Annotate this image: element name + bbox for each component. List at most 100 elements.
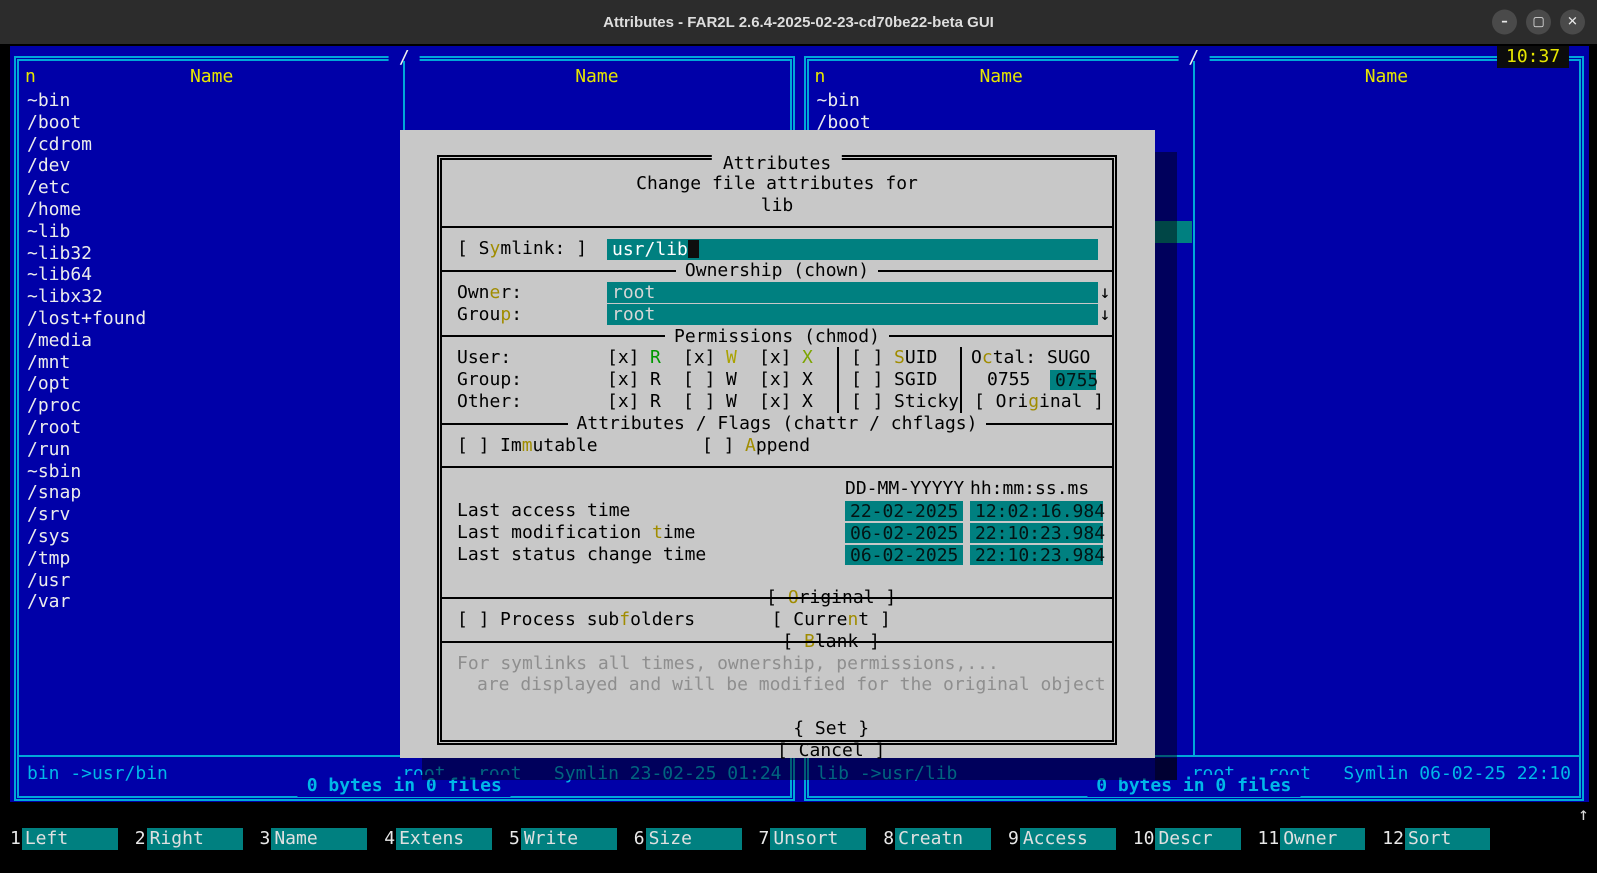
symlink-input[interactable]: usr/lib: [607, 239, 1098, 260]
file-item[interactable]: /media: [25, 330, 402, 352]
minimize-button[interactable]: –: [1492, 10, 1517, 35]
right-column-header-1[interactable]: Name: [809, 66, 1194, 88]
file-item[interactable]: /root: [25, 417, 402, 439]
function-key[interactable]: 4 Extens: [384, 828, 492, 850]
permissions-block: User: [x] R [x] W [x] X [ ] SUID Octal: …: [442, 347, 1112, 412]
owner-input[interactable]: root: [607, 282, 1098, 303]
user-write-checkbox[interactable]: [x]: [683, 347, 716, 369]
user-exec-letter: X: [802, 347, 813, 369]
octal-mask: SUGO: [1047, 347, 1090, 369]
file-item[interactable]: /proc: [25, 395, 402, 417]
dialog-bottom-padding: [442, 718, 1112, 740]
titlebar[interactable]: Attributes - FAR2L 2.6.4-2025-02-23-cd70…: [0, 0, 1597, 44]
file-item[interactable]: /dev: [25, 155, 402, 177]
maximize-button[interactable]: ▢: [1526, 10, 1551, 35]
file-item[interactable]: /opt: [25, 373, 402, 395]
file-item[interactable]: /cdrom: [25, 134, 402, 156]
group-exec-checkbox[interactable]: [x]: [759, 369, 792, 391]
sgid-label: SGID: [894, 369, 937, 391]
file-item[interactable]: ~lib64: [25, 264, 402, 286]
other-write-checkbox[interactable]: [ ]: [683, 391, 716, 413]
file-item[interactable]: /sys: [25, 526, 402, 548]
file-item[interactable]: ~sbin: [25, 461, 402, 483]
function-key[interactable]: 3 Name: [260, 828, 368, 850]
group-input[interactable]: root: [607, 304, 1098, 325]
left-status-file: bin ->usr/bin: [27, 763, 168, 785]
modification-date-field[interactable]: 06-02-2025: [845, 523, 963, 543]
modification-time-field[interactable]: 22:10:23.984: [970, 523, 1103, 543]
other-read-checkbox[interactable]: [x]: [607, 391, 640, 413]
access-date-field[interactable]: 22-02-2025: [845, 501, 963, 521]
other-exec-letter: X: [802, 391, 813, 413]
left-column-header-1[interactable]: Name: [19, 66, 404, 88]
file-item[interactable]: /home: [25, 199, 402, 221]
group-label: Group:: [457, 304, 607, 326]
user-exec-checkbox[interactable]: [x]: [759, 347, 792, 369]
group-write-checkbox[interactable]: [ ]: [683, 369, 716, 391]
access-time-label: Last access time: [457, 500, 630, 522]
permissions-divider-2: [960, 347, 962, 412]
function-key[interactable]: 2 Right: [135, 828, 243, 850]
left-column-header-2[interactable]: Name: [404, 66, 789, 88]
dialog-buttons-row: { Set } [ Cancel ]: [442, 696, 1112, 718]
original-permissions-button[interactable]: [ Original ]: [974, 391, 1104, 413]
history-up-icon[interactable]: ↑: [1578, 804, 1589, 826]
octal-input[interactable]: 0755: [1050, 370, 1096, 390]
file-item[interactable]: /mnt: [25, 352, 402, 374]
right-column-header-2[interactable]: Name: [1194, 66, 1579, 88]
function-key[interactable]: 9 Access: [1008, 828, 1116, 850]
file-item[interactable]: /usr: [25, 570, 402, 592]
function-key[interactable]: 7 Unsort: [759, 828, 867, 850]
suid-checkbox[interactable]: [ ]: [851, 347, 884, 369]
file-item[interactable]: /tmp: [25, 548, 402, 570]
function-key[interactable]: 11 Owner: [1258, 828, 1366, 850]
status-change-date-field[interactable]: 06-02-2025: [845, 545, 963, 565]
function-key[interactable]: 1 Left: [10, 828, 118, 850]
file-item[interactable]: /snap: [25, 482, 402, 504]
function-key-label: Left: [22, 828, 118, 850]
time-buttons-row: [ Original ] [ Current ] [ Blank ]: [442, 565, 1112, 587]
sgid-checkbox[interactable]: [ ]: [851, 369, 884, 391]
user-read-checkbox[interactable]: [x]: [607, 347, 640, 369]
function-key[interactable]: 10 Descr: [1133, 828, 1241, 850]
owner-history-icon[interactable]: ↓: [1098, 282, 1112, 304]
function-key-label: Creatn: [895, 828, 991, 850]
text-cursor: [688, 240, 699, 258]
other-exec-checkbox[interactable]: [x]: [759, 391, 792, 413]
file-item[interactable]: /var: [25, 591, 402, 613]
function-key-number: 11: [1258, 828, 1281, 850]
symlink-row: [ Symlink: ] usr/lib: [442, 238, 1112, 260]
file-item[interactable]: /lost+found: [25, 308, 402, 330]
close-button[interactable]: ✕: [1560, 10, 1585, 35]
status-change-time-field[interactable]: 22:10:23.984: [970, 545, 1103, 565]
function-key[interactable]: 8 Creatn: [883, 828, 991, 850]
file-item[interactable]: /boot: [25, 112, 402, 134]
ownership-section-separator: Ownership (chown): [442, 260, 1112, 282]
function-key[interactable]: 6 Size: [634, 828, 742, 850]
status-change-time-label: Last status change time: [457, 544, 706, 566]
group-read-checkbox[interactable]: [x]: [607, 369, 640, 391]
owner-label: Owner:: [457, 282, 607, 304]
file-item[interactable]: ~bin: [815, 90, 1192, 112]
function-key-number: 1: [10, 828, 22, 850]
sticky-checkbox[interactable]: [ ]: [851, 391, 884, 413]
function-key[interactable]: 12 Sort: [1382, 828, 1490, 850]
suid-label: SUID: [894, 347, 937, 369]
function-key[interactable]: 5 Write: [509, 828, 617, 850]
dialog-title: Attributes: [712, 153, 842, 175]
immutable-checkbox[interactable]: [ ]: [457, 435, 490, 457]
file-item[interactable]: /srv: [25, 504, 402, 526]
file-item[interactable]: /run: [25, 439, 402, 461]
separator: [442, 217, 1112, 239]
access-time-field[interactable]: 12:02:16.984: [970, 501, 1103, 521]
file-item[interactable]: ~lib32: [25, 243, 402, 265]
group-history-icon[interactable]: ↓: [1098, 304, 1112, 326]
file-item[interactable]: /etc: [25, 177, 402, 199]
file-item[interactable]: ~bin: [25, 90, 402, 112]
access-time-row: Last access time 22-02-2025 12:02:16.984: [442, 500, 1112, 522]
append-checkbox[interactable]: [ ]: [702, 435, 735, 457]
cancel-button[interactable]: [ Cancel ]: [777, 740, 885, 761]
file-item[interactable]: ~libx32: [25, 286, 402, 308]
file-item[interactable]: ~lib: [25, 221, 402, 243]
process-subfolders-checkbox[interactable]: [ ]: [457, 609, 490, 631]
